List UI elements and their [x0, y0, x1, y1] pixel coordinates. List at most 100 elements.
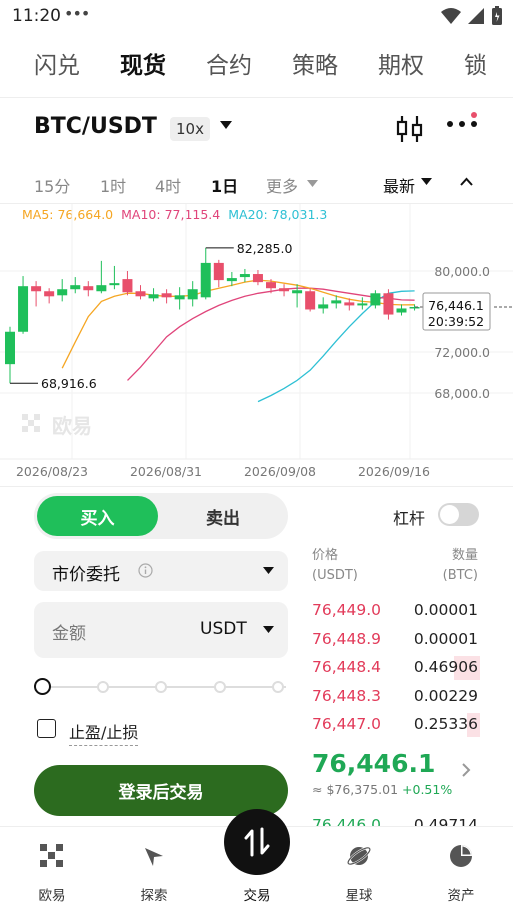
pair-name[interactable]: BTC/USDT: [34, 114, 157, 139]
candle-body: [122, 279, 133, 293]
slider-stop-100[interactable]: [272, 681, 284, 693]
ob-qty-header: 数量 (BTC): [440, 546, 478, 586]
ask-row[interactable]: 76,448.3 0.00229: [300, 684, 485, 711]
candle-body: [83, 286, 94, 291]
tab-options[interactable]: 期权: [378, 46, 464, 90]
order-type-label: 市价委托: [52, 565, 120, 585]
candle-body: [31, 286, 42, 292]
candle-body: [187, 289, 198, 300]
tab-convert[interactable]: 闪兑: [34, 46, 120, 90]
tab-strategy[interactable]: 策略: [292, 46, 378, 90]
sell-tab[interactable]: 卖出: [160, 496, 286, 536]
x-tick-label: 2026/08/31: [130, 464, 202, 479]
status-bar: 11:20 •••: [0, 0, 513, 34]
order-type-select[interactable]: 市价委托: [34, 551, 288, 591]
candle-body: [383, 293, 394, 315]
countdown-label: 20:39:52: [428, 314, 484, 329]
chevron-right-icon[interactable]: [461, 762, 471, 778]
tpsl-option[interactable]: 止盈/止损: [37, 718, 177, 746]
price-unit: (USDT): [312, 568, 358, 583]
watermark-logo-icon: [28, 420, 34, 426]
tpsl-checkbox[interactable]: [37, 719, 56, 738]
watermark-logo-icon: [34, 426, 40, 432]
top-tabs: 闪兑 现货 合约 策略 期权 锁: [0, 46, 513, 90]
candle-body: [226, 278, 237, 282]
candlestick-chart[interactable]: 欧易 80,000.0 72,000.0 68,000.0 2026/08/23 2026…: [0, 204, 513, 486]
candle-body: [70, 285, 81, 290]
candle-body: [5, 331, 15, 365]
amount-input[interactable]: 金额 USDT: [34, 602, 288, 658]
candle-body: [44, 291, 55, 297]
interval-1d[interactable]: 1日: [211, 173, 238, 197]
candle-body: [318, 304, 329, 309]
ask-qty: 0.46906: [413, 658, 478, 676]
latest-selector[interactable]: 最新: [383, 173, 415, 197]
interval-15m[interactable]: 15分: [34, 173, 70, 197]
candle-body: [370, 293, 381, 306]
okx-logo-icon: [40, 844, 63, 867]
tpsl-label: 止盈/止损: [69, 719, 139, 746]
slider-handle[interactable]: [34, 678, 51, 695]
leverage-toggle[interactable]: [438, 503, 479, 526]
tab-spot[interactable]: 现货: [120, 46, 206, 90]
candle-body: [135, 291, 146, 297]
candle-body: [344, 302, 355, 306]
candle-body: [266, 282, 276, 289]
leverage-label: 杠杆: [393, 509, 426, 528]
tab-futures[interactable]: 合约: [206, 46, 292, 90]
candle-body: [252, 274, 263, 283]
y-tick-label: 80,000.0: [434, 264, 490, 279]
watermark-text: 欧易: [52, 414, 92, 438]
current-price-label: 76,446.1: [428, 298, 484, 313]
interval-4h[interactable]: 4时: [155, 173, 181, 197]
nav-planet[interactable]: 星球: [319, 827, 399, 912]
candle-body: [18, 286, 29, 332]
ask-qty: 0.25336: [413, 715, 478, 733]
watermark-logo-icon: [22, 414, 28, 420]
candle-body: [57, 289, 68, 296]
leverage-badge: 10x: [170, 117, 210, 141]
battery-icon: [492, 6, 502, 25]
candle-body: [239, 274, 250, 278]
compass-icon: [145, 848, 163, 866]
login-to-trade-button[interactable]: 登录后交易: [34, 765, 288, 816]
candle-body: [109, 283, 120, 286]
interval-1h[interactable]: 1时: [100, 173, 126, 197]
divider: [0, 486, 513, 487]
ask-price: 76,448.3: [312, 686, 382, 705]
ask-price: 76,449.0: [312, 601, 382, 619]
nav-trade-label: 交易: [243, 888, 271, 904]
amount-unit-select[interactable]: USDT: [200, 619, 247, 639]
trade-button[interactable]: [224, 809, 290, 875]
more-icon[interactable]: [446, 120, 478, 128]
nav-explore[interactable]: 探索: [114, 827, 194, 912]
last-usd: ≈ $76,375.01: [312, 782, 399, 797]
nav-explore-label: 探索: [140, 888, 168, 904]
interval-more[interactable]: 更多: [266, 173, 298, 197]
ask-row[interactable]: 76,448.4 0.46906: [300, 655, 485, 682]
slider-stop-25[interactable]: [97, 681, 109, 693]
ask-row[interactable]: 76,447.0 0.25336: [300, 712, 485, 739]
watermark-logo-icon: [34, 414, 40, 420]
caret-down-icon[interactable]: [219, 120, 233, 130]
divider: [0, 97, 513, 98]
candlestick-chart-icon[interactable]: [395, 114, 425, 144]
info-icon[interactable]: [138, 563, 153, 578]
slider-stop-75[interactable]: [214, 681, 226, 693]
x-tick-label: 2026/08/23: [16, 464, 88, 479]
qty-unit: (BTC): [442, 568, 478, 583]
slider-stop-50[interactable]: [155, 681, 167, 693]
ask-qty: 0.00229: [413, 686, 478, 705]
ask-qty: 0.00001: [413, 601, 478, 619]
ask-row[interactable]: 76,449.0 0.00001: [300, 598, 485, 625]
last-price[interactable]: 76,446.1: [312, 749, 435, 778]
buy-tab[interactable]: 买入: [37, 496, 158, 536]
amount-slider[interactable]: [34, 677, 288, 697]
nav-assets[interactable]: 资产: [421, 827, 501, 912]
ask-row[interactable]: 76,448.9 0.00001: [300, 627, 485, 654]
nav-home[interactable]: 欧易: [12, 827, 92, 912]
tab-partial[interactable]: 锁: [464, 46, 504, 90]
planet-icon: [347, 846, 371, 866]
collapse-chevron-up-icon[interactable]: [460, 177, 473, 186]
high-label: 82,285.0: [237, 241, 293, 256]
